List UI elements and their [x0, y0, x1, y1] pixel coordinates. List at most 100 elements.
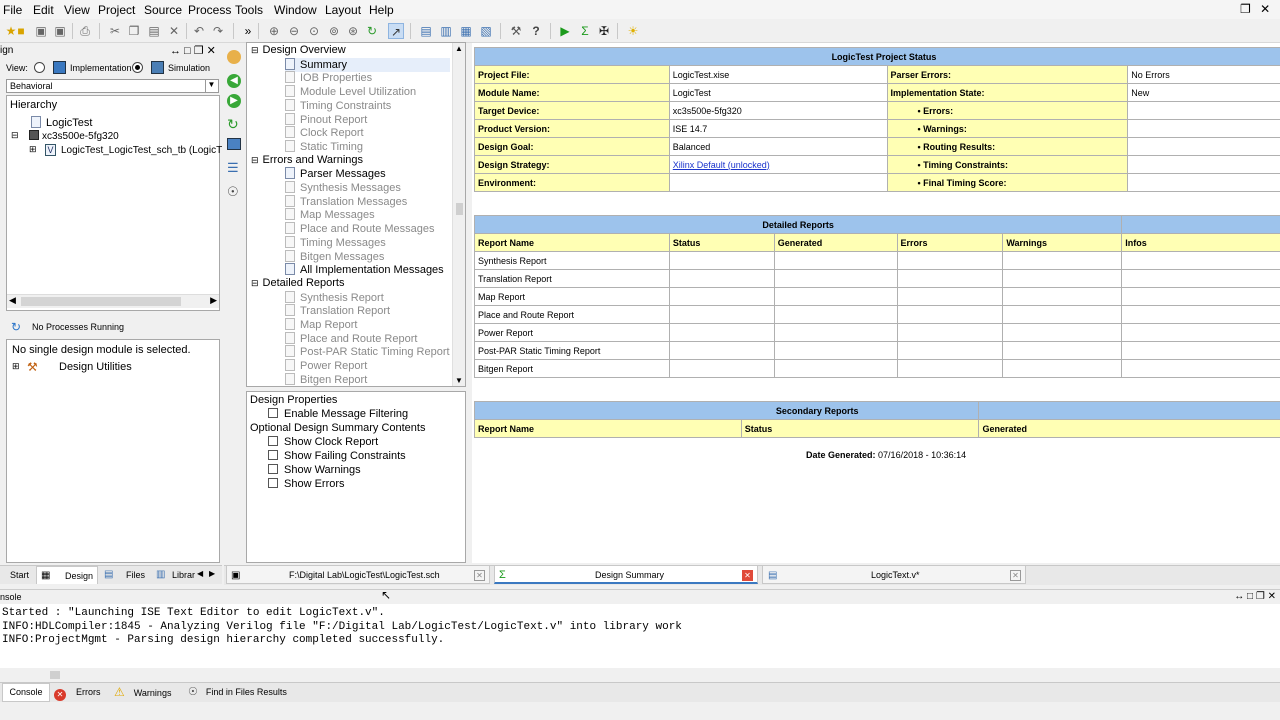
- menu-process[interactable]: Process: [188, 3, 231, 17]
- collapse-icon[interactable]: ⊟: [251, 278, 259, 288]
- scroll-down-icon[interactable]: ▼: [455, 376, 463, 385]
- vertical-scrollbar[interactable]: ▲ ▼: [452, 43, 465, 386]
- summary-nav-item[interactable]: Place and Route Report: [285, 331, 417, 346]
- tab-files[interactable]: Files: [126, 570, 145, 580]
- restore-icon[interactable]: ❐: [1240, 2, 1251, 16]
- tab-scroll-right-icon[interactable]: ▶: [209, 569, 215, 578]
- close-tab-icon[interactable]: ✕: [742, 570, 753, 581]
- summary-nav-item[interactable]: Power Report: [285, 359, 367, 373]
- zoom-in-icon[interactable]: ⊕: [266, 23, 282, 39]
- tree-item-device[interactable]: xc3s500e-5fg320: [29, 130, 119, 144]
- summary-nav-item[interactable]: Synthesis Messages: [285, 181, 401, 195]
- secondary-reports-link-icon[interactable]: □: [978, 401, 1280, 420]
- panel-controls-icon[interactable]: ↔ □ ❐ ✕: [170, 44, 216, 57]
- tab-find-in-files[interactable]: ☉ Find in Files Results: [188, 684, 287, 700]
- back-icon[interactable]: ◀: [227, 74, 241, 88]
- detailed-reports-link-icon[interactable]: □: [1121, 215, 1280, 234]
- tab-scroll-left-icon[interactable]: ◀: [197, 569, 203, 578]
- tree-group-toggle[interactable]: ⊟ Design Overview: [251, 44, 346, 58]
- forward-icon[interactable]: ▶: [227, 94, 241, 108]
- redo-icon[interactable]: ↷: [210, 23, 226, 39]
- zoom-area-icon[interactable]: ⊛: [345, 23, 361, 39]
- tree-group-toggle[interactable]: ⊟ Errors and Warnings: [251, 154, 363, 168]
- chevron-down-icon[interactable]: ▼: [205, 80, 217, 92]
- show-errors-checkbox[interactable]: Show Errors: [268, 478, 345, 492]
- console-scrollbar[interactable]: [0, 668, 1280, 681]
- menu-edit[interactable]: Edit: [33, 3, 54, 17]
- show-warnings-checkbox[interactable]: Show Warnings: [268, 464, 361, 478]
- tab-design-summary[interactable]: Σ Design Summary ✕: [494, 565, 758, 584]
- summary-nav-item[interactable]: Clock Report: [285, 126, 364, 140]
- collapse-icon[interactable]: ⊟: [11, 130, 19, 144]
- refresh-icon[interactable]: ↻: [364, 23, 380, 39]
- copy-icon[interactable]: ❐: [126, 23, 142, 39]
- run-icon[interactable]: ▶: [557, 23, 573, 39]
- scroll-thumb[interactable]: [50, 671, 60, 679]
- close-tab-icon[interactable]: ✕: [1010, 570, 1021, 581]
- summary-nav-item[interactable]: All Implementation Messages: [285, 263, 444, 277]
- cut-icon[interactable]: ✂: [107, 23, 123, 39]
- tab-console[interactable]: Console: [2, 683, 50, 702]
- menu-help[interactable]: Help: [369, 3, 394, 17]
- open-icon[interactable]: ■: [13, 23, 29, 39]
- zoom-selection-icon[interactable]: ⊚: [326, 23, 342, 39]
- collapse-icon[interactable]: ⊟: [251, 155, 259, 165]
- overflow-icon[interactable]: »: [240, 23, 256, 39]
- binoculars-icon[interactable]: ☉: [227, 184, 239, 200]
- console-output[interactable]: Started : "Launching ISE Text Editor to …: [0, 604, 1280, 668]
- console-controls-icon[interactable]: ↔ □ ❐ ✕: [1234, 591, 1276, 602]
- summary-nav-item[interactable]: Translation Messages: [285, 194, 407, 209]
- tab-errors[interactable]: ✕ Errors: [54, 684, 101, 701]
- report-name[interactable]: Power Report: [474, 323, 670, 342]
- summary-nav-item[interactable]: Pinout Report: [285, 112, 367, 127]
- summary-nav-item[interactable]: Place and Route Messages: [285, 222, 435, 236]
- summary-nav-item[interactable]: Map Messages: [285, 208, 375, 222]
- expand-icon[interactable]: ⊞: [12, 361, 20, 375]
- sum-icon[interactable]: Σ: [577, 23, 593, 39]
- summary-nav-item[interactable]: Bitgen Messages: [285, 249, 384, 264]
- report-name[interactable]: Map Report: [474, 287, 670, 306]
- show-failing-constraints-checkbox[interactable]: Show Failing Constraints: [268, 450, 406, 464]
- report-name[interactable]: Place and Route Report: [474, 305, 670, 324]
- summary-nav-item[interactable]: IOB Properties: [285, 71, 372, 85]
- delete-icon[interactable]: ✕: [166, 23, 182, 39]
- summary-nav-item[interactable]: Bitgen Report: [285, 372, 367, 387]
- report-name[interactable]: Synthesis Report: [474, 251, 670, 270]
- paste-icon[interactable]: ▤: [146, 23, 162, 39]
- list-icon[interactable]: ☰: [227, 160, 239, 176]
- tile-vertical-icon[interactable]: ▦: [458, 23, 474, 39]
- expand-icon[interactable]: ⊞: [29, 144, 37, 158]
- summary-nav-item[interactable]: Timing Constraints: [285, 98, 391, 113]
- summary-nav-item[interactable]: Post-PAR Static Timing Report: [285, 345, 450, 359]
- tab-libraries[interactable]: Librar: [172, 570, 196, 580]
- enable-filtering-checkbox[interactable]: Enable Message Filtering: [268, 408, 408, 422]
- summary-nav-item[interactable]: Parser Messages: [285, 167, 386, 181]
- tab-start[interactable]: Start: [10, 570, 29, 580]
- design-utilities-item[interactable]: Design Utilities: [59, 361, 132, 375]
- summary-nav-item[interactable]: Translation Report: [285, 304, 390, 318]
- close-tab-icon[interactable]: ✕: [474, 570, 485, 581]
- window-icon[interactable]: [227, 138, 241, 150]
- print-icon[interactable]: ⎙: [77, 23, 93, 39]
- report-name[interactable]: Bitgen Report: [474, 359, 670, 378]
- horizontal-scrollbar[interactable]: ◀ ▶: [7, 294, 219, 308]
- radio-simulation[interactable]: [132, 62, 147, 73]
- tab-logictest-sch[interactable]: ▣ F:\Digital Lab\LogicTest\LogicTest.sch…: [226, 565, 490, 584]
- refresh-processes-icon[interactable]: ↻: [11, 320, 21, 334]
- undo-icon[interactable]: ↶: [191, 23, 207, 39]
- menu-source[interactable]: Source: [144, 3, 182, 17]
- tab-design[interactable]: ▦ Design: [36, 566, 98, 584]
- report-name[interactable]: Post-PAR Static Timing Report: [474, 341, 670, 360]
- tree-group-toggle[interactable]: ⊟ Detailed Reports: [251, 277, 344, 291]
- tab-logictext-v[interactable]: ▤ LogicText.v* ✕: [762, 565, 1026, 584]
- menu-project[interactable]: Project: [98, 3, 135, 17]
- tile-horizontal-icon[interactable]: ▥: [438, 23, 454, 39]
- save-all-icon[interactable]: ▣: [52, 23, 68, 39]
- scroll-thumb[interactable]: [456, 203, 463, 215]
- tree-item-logictest[interactable]: LogicTest: [31, 116, 92, 130]
- tab-warnings[interactable]: ⚠ Warnings: [114, 684, 171, 701]
- reload-icon[interactable]: ↻: [227, 116, 239, 133]
- report-name[interactable]: Translation Report: [474, 269, 670, 288]
- summary-nav-item[interactable]: Static Timing: [285, 139, 363, 154]
- behavior-select[interactable]: Behavioral ▼: [6, 79, 219, 93]
